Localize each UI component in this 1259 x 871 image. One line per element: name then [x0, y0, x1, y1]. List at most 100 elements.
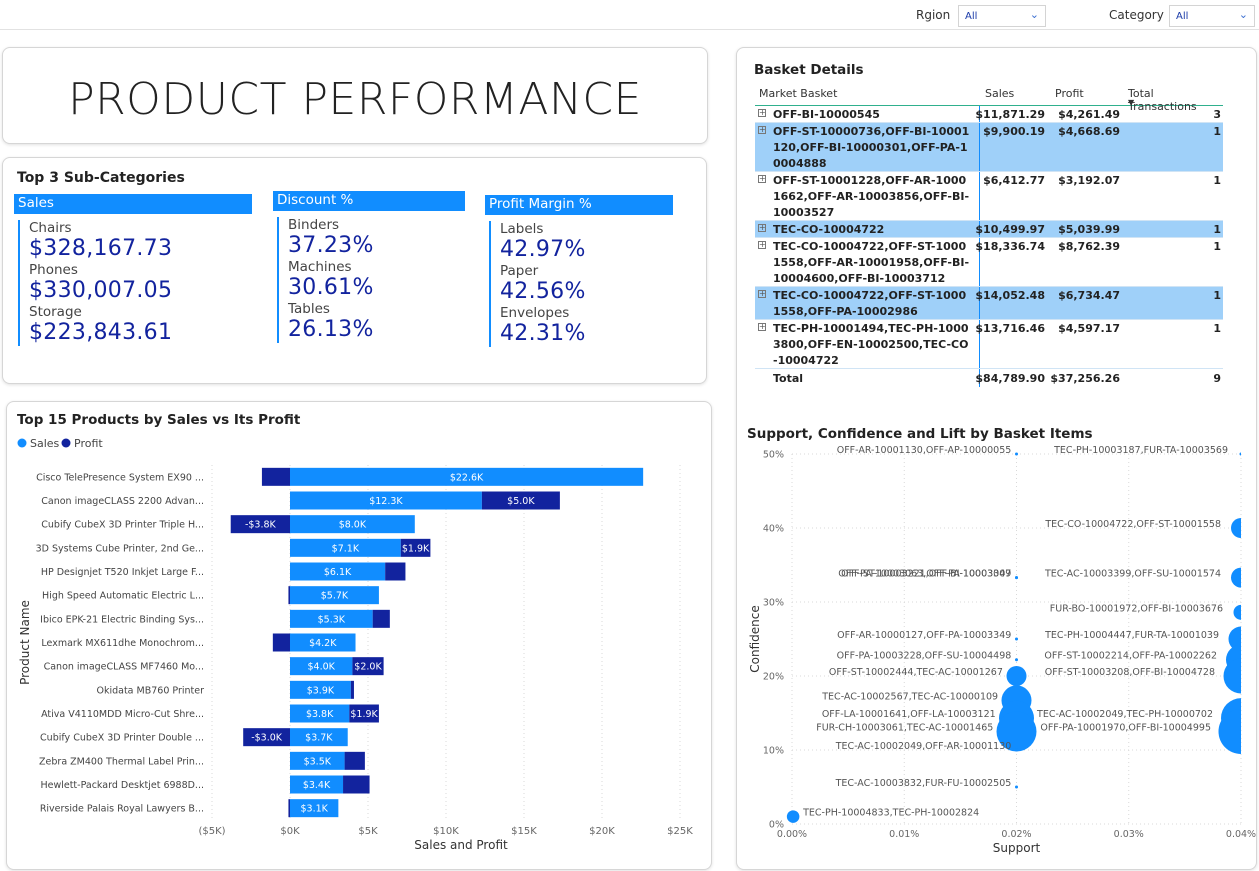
region-filter-dropdown[interactable]: All ⌄ [958, 5, 1046, 27]
profit-bar[interactable] [385, 562, 406, 581]
profit-bar[interactable] [343, 775, 370, 794]
basket-title: Basket Details [754, 62, 864, 78]
y-category-label: Canon imageCLASS MF7460 Mo... [44, 662, 204, 673]
sales-kpi-header: Sales [14, 194, 252, 214]
col-profit[interactable]: Profit [1055, 87, 1084, 100]
scatter-point[interactable] [1231, 518, 1251, 538]
basket-row[interactable]: + TEC-CO-10004722,OFF-ST-10001558,OFF-PA-… [755, 287, 1223, 320]
scatter-point[interactable] [1015, 637, 1018, 641]
legend-label: Sales [30, 437, 60, 450]
y-axis-title: Product Name [18, 600, 32, 685]
basket-row[interactable]: + TEC-CO-10004722,OFF-ST-10001558,OFF-AR-… [755, 238, 1223, 287]
profit-bar[interactable] [288, 586, 290, 605]
profit-bar[interactable] [261, 467, 290, 486]
scatter-point[interactable] [1015, 658, 1018, 662]
region-filter-label: Rgion [916, 8, 951, 22]
profit-bar[interactable] [288, 799, 290, 818]
y-category-label: 3D Systems Cube Printer, 2nd Ge... [36, 543, 204, 554]
point-label: TEC-CO-10004722,OFF-ST-10001558 [1044, 519, 1221, 530]
expand-icon[interactable]: + [758, 126, 766, 134]
basket-cell-transactions: 3 [1213, 108, 1221, 121]
scatter-point[interactable] [1006, 666, 1027, 686]
profit-bar-label: -$3.8K [245, 520, 277, 531]
y-category-label: Cubify CubeX 3D Printer Triple H... [41, 520, 204, 531]
scatter-point[interactable] [1233, 604, 1249, 620]
x-axis-title: Sales and Profit [414, 838, 508, 852]
expand-icon[interactable]: + [758, 175, 766, 183]
basket-cell-sales: $11,871.29 [975, 108, 1045, 121]
y-category-label: Zebra ZM400 Thermal Label Prin... [39, 756, 204, 767]
chevron-down-icon: ⌄ [1238, 8, 1248, 21]
kpi-name: Storage [29, 304, 82, 320]
sales-bar-label: $12.3K [369, 496, 403, 507]
scatter-point[interactable] [1015, 452, 1018, 456]
profit-bar[interactable] [272, 633, 290, 652]
kpi-name: Envelopes [500, 305, 570, 321]
y-axis-title: Confidence [748, 605, 762, 672]
kpi-value: $223,843.61 [29, 320, 173, 345]
point-label: TEC-AC-10003832,FUR-FU-10002505 [835, 778, 1012, 789]
basket-cell-transactions: 1 [1213, 240, 1221, 253]
profit-margin-kpi-column: Profit Margin % Labels 42.97% Paper 42.5… [485, 195, 673, 347]
basket-cell-transactions: 1 [1213, 223, 1221, 236]
column-divider [979, 172, 980, 220]
basket-row[interactable]: + OFF-ST-10001228,OFF-AR-10001662,OFF-AR-… [755, 172, 1223, 221]
y-category-label: High Speed Automatic Electric L... [42, 591, 204, 602]
sales-kpi-column: Sales Chairs $328,167.73 Phones $330,007… [14, 194, 252, 346]
chart-legend[interactable]: Sales Profit [17, 437, 104, 450]
profit-bar[interactable] [372, 609, 390, 628]
basket-total-sales: $84,789.90 [975, 372, 1045, 385]
kpi-name: Machines [288, 259, 352, 275]
y-tick-label: 40% [763, 524, 784, 535]
y-tick-label: 30% [763, 598, 784, 609]
y-category-label: Ativa V4110MDD Micro-Cut Shre... [41, 709, 204, 720]
scatter-point[interactable] [1231, 567, 1251, 588]
kpi-value: 37.23% [288, 233, 374, 258]
point-label: TEC-PH-10004833,TEC-PH-10002824 [802, 808, 979, 819]
col-sales[interactable]: Sales [985, 87, 1014, 100]
point-label: OFF-AR-10001130,OFF-AP-10000055 [837, 445, 1012, 456]
basket-row[interactable]: + OFF-ST-10000736,OFF-BI-10001120,OFF-BI-… [755, 123, 1223, 172]
point-label: OFF-ST-10003208,OFF-BI-10004728 [1045, 667, 1215, 678]
expand-icon[interactable]: + [758, 323, 766, 331]
scatter-point[interactable] [786, 810, 800, 823]
profit-bar[interactable] [344, 751, 365, 770]
discount-kpi-header: Discount % [273, 191, 465, 211]
basket-row[interactable]: + TEC-PH-10001494,TEC-PH-10003800,OFF-EN-… [755, 320, 1223, 369]
basket-cell-transactions: 1 [1213, 322, 1221, 335]
sales-bar-label: $3.9K [307, 685, 335, 696]
basket-cell-market-basket: TEC-CO-10004722,OFF-ST-10001558,OFF-AR-1… [773, 240, 970, 285]
sales-bar-label: $7.1K [332, 543, 360, 554]
point-label: TEC-PH-10004447,FUR-TA-10001039 [1044, 630, 1219, 641]
scatter-point[interactable] [1015, 576, 1018, 580]
basket-cell-sales: $10,499.97 [975, 223, 1045, 236]
chevron-down-icon: ⌄ [1029, 8, 1039, 21]
category-filter-dropdown[interactable]: All ⌄ [1169, 5, 1255, 27]
sales-bar-label: $5.3K [318, 614, 346, 625]
y-category-label: Cubify CubeX 3D Printer Double ... [40, 733, 204, 744]
x-tick-label: $15K [511, 826, 537, 837]
basket-card: Basket Details Market Basket Sales Profi… [736, 47, 1257, 870]
point-label: OFF-PA-10001970,OFF-BI-10004995 [1040, 723, 1211, 734]
discount-kpi-column: Discount % Binders 37.23% Machines 30.61… [273, 191, 465, 343]
expand-icon[interactable]: + [758, 109, 766, 117]
scatter-point[interactable] [1015, 748, 1018, 752]
profit-bar-label: -$3.0K [251, 733, 283, 744]
expand-icon[interactable]: + [758, 290, 766, 298]
scatter-point[interactable] [1239, 452, 1243, 456]
point-label: OFF-ST-10002214,OFF-PA-10002262 [1044, 651, 1217, 662]
sales-bar-label: $22.6K [450, 472, 484, 483]
col-market-basket[interactable]: Market Basket [759, 87, 837, 100]
y-category-label: Cisco TelePresence System EX90 ... [36, 472, 204, 483]
basket-row[interactable]: + TEC-CO-10004722 $10,499.97 $5,039.99 1 [755, 221, 1223, 238]
point-label: OFF-LA-10001641,OFF-LA-10003121 [822, 709, 996, 720]
profit-bar[interactable] [350, 680, 354, 699]
basket-cell-market-basket: OFF-BI-10000545 [773, 108, 880, 121]
expand-icon[interactable]: + [758, 224, 766, 232]
sales-profit-bar-chart: Sales Profit ($5K) $0K $5K $10K $15K $20K $25K Sa… [17, 437, 693, 852]
column-divider [979, 123, 980, 171]
basket-row[interactable]: + OFF-BI-10000545 $11,871.29 $4,261.49 3 [755, 106, 1223, 123]
scatter-point[interactable] [1015, 785, 1018, 789]
expand-icon[interactable]: + [758, 241, 766, 249]
sales-bar-label: $8.0K [339, 520, 367, 531]
